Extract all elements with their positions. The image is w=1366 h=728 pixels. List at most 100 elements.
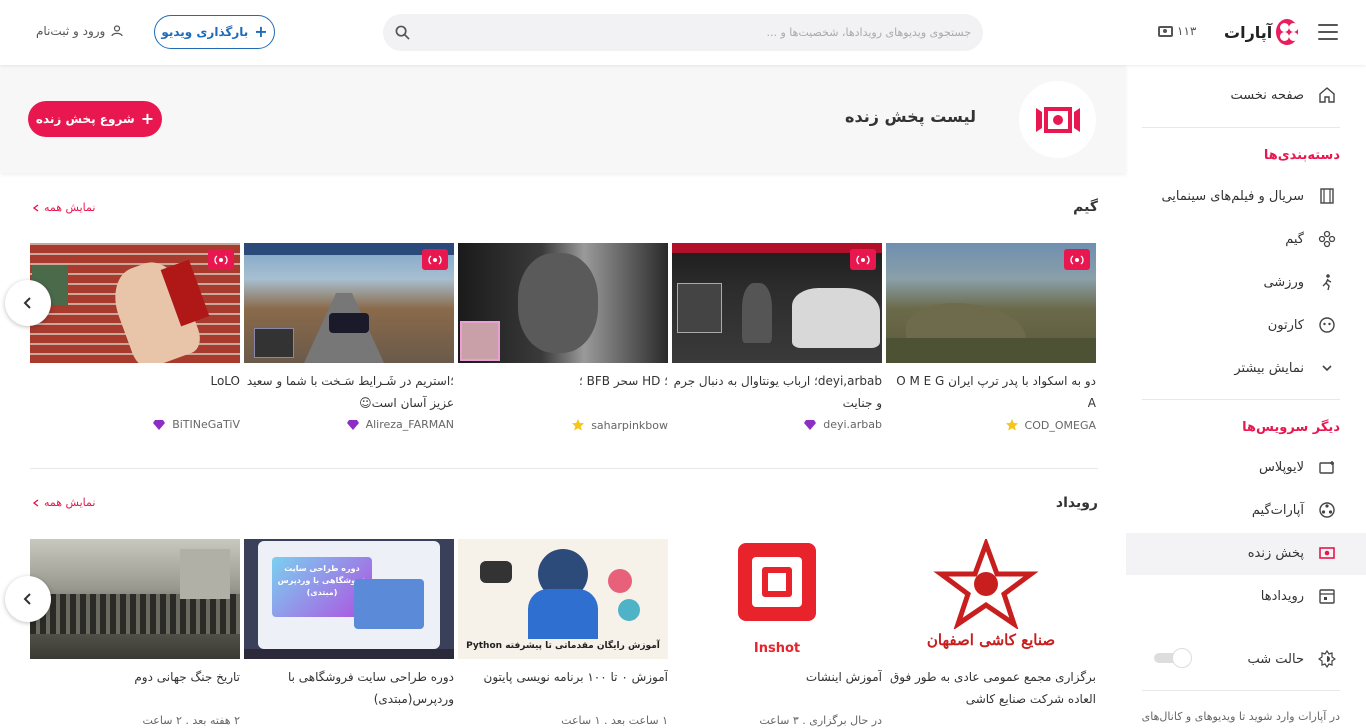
carousel-next-button[interactable] [5,576,51,622]
event-card[interactable]: Inshot آموزش اینشات در حال برگزاری . ۳ س… [672,539,882,727]
live-card[interactable]: LoLO BiTINeGaTiV [30,243,240,431]
upload-label: بارگذاری ویدیو [161,25,249,39]
channel-name[interactable]: deyi.arbab [823,418,882,431]
kashi-logo-icon [933,539,1039,629]
chevron-left-icon [32,498,39,507]
event-title[interactable]: آموزش اینشات [672,666,882,710]
night-mode-label: حالت شب [1247,651,1304,667]
cartoon-face-icon [1318,316,1336,334]
video-title[interactable]: ؛استریم در شَـرایط سَـخت با شما و سعید ع… [244,370,454,414]
channel-row[interactable]: deyi.arbab [672,418,882,431]
video-thumbnail[interactable] [886,243,1096,363]
live-badge-icon [208,249,234,270]
channel-row[interactable]: BiTINeGaTiV [30,418,240,431]
sidebar-item-live[interactable]: پخش زنده [1248,542,1336,564]
sidebar-item-home[interactable]: صفحه نخست [1231,84,1336,106]
sidebar: صفحه نخست دسته‌بندی‌ها سریال و فیلم‌های … [1126,65,1366,728]
sidebar-item-aparatgame[interactable]: آپارات‌گیم [1252,499,1336,521]
event-title[interactable]: دوره طراحی سایت فروشگاهی با وردپرس(مبتدی… [244,666,454,710]
divider [1142,690,1340,691]
show-all-game-link[interactable]: نمایش همه [32,201,95,214]
sidebar-item-label: سریال و فیلم‌های سینمایی [1161,188,1304,204]
event-card[interactable]: تاریخ جنگ جهانی دوم ۲ هفته بعد . ۲ ساعت [30,539,240,727]
divider [1142,399,1340,400]
carousel-next-button[interactable] [5,280,51,326]
live-badge-icon [1064,249,1090,270]
channel-name[interactable]: Alireza_FARMAN [366,418,454,431]
channel-name[interactable]: saharpinkbow [591,419,668,432]
video-thumbnail[interactable] [672,243,882,363]
channel-row[interactable]: Alireza_FARMAN [244,418,454,431]
video-thumbnail[interactable] [30,243,240,363]
live-card[interactable]: deyi,arbab؛ ارباب یونتاوال به دنبال جرم … [672,243,882,431]
event-card[interactable]: صنایع کاشی اصفهان برگزاری مجمع عمومی عاد… [886,539,1096,714]
liveplus-icon [1318,458,1336,476]
logo-text: آپارات [1224,22,1273,42]
hamburger-menu-icon[interactable] [1318,24,1338,40]
live-tv-icon [1158,25,1173,37]
aparat-logo[interactable]: آپارات [1224,17,1299,47]
video-thumbnail[interactable] [244,243,454,363]
event-title[interactable]: آموزش ۰ تا ۱۰۰ برنامه نویسی پایتون [458,666,668,710]
event-card[interactable]: دوره طراحی سایت فروشگاهی با وردپرس (مبتد… [244,539,454,714]
sidebar-item-sport[interactable]: ورزشی [1263,271,1336,293]
sidebar-item-label: نمایش بیشتر [1234,360,1304,376]
channel-name[interactable]: BiTINeGaTiV [172,418,240,431]
start-live-label: شروع پخش زنده [35,112,135,126]
event-meta: ۲ هفته بعد . ۲ ساعت [142,714,241,727]
divider [1142,127,1340,128]
event-title[interactable]: برگزاری مجمع عمومی عادی به طور فوق العاد… [886,666,1096,710]
channel-name[interactable]: COD_OMEGA [1025,419,1096,432]
live-card[interactable]: ؛ HD سحر BFB ؛ saharpinkbow [458,243,668,432]
search-icon[interactable] [395,25,410,40]
sidebar-item-liveplus[interactable]: لایوپلاس [1259,456,1336,478]
show-all-event-link[interactable]: نمایش همه [32,496,95,509]
event-thumbnail[interactable]: آموزش رایگان مقدماتی تا پیشرفته Python [458,539,668,659]
event-title[interactable]: تاریخ جنگ جهانی دوم [30,666,240,710]
film-icon [1318,187,1336,205]
live-list-header: لیست پخش زنده + شروع پخش زنده [0,65,1126,173]
upload-video-button[interactable]: + بارگذاری ویدیو [154,15,275,49]
channel-row[interactable]: saharpinkbow [458,418,668,432]
section-title-game: گیم [1073,199,1098,215]
sidebar-item-label: ورزشی [1263,274,1304,290]
event-card[interactable]: آموزش رایگان مقدماتی تا پیشرفته Python آ… [458,539,668,727]
sidebar-item-game[interactable]: گیم [1285,228,1336,250]
live-card[interactable]: ؛استریم در شَـرایط سَـخت با شما و سعید ع… [244,243,454,431]
video-title[interactable]: deyi,arbab؛ ارباب یونتاوال به دنبال جرم … [672,370,882,414]
calendar-icon [1318,587,1336,605]
video-title[interactable]: ؛ HD سحر BFB ؛ [458,370,668,414]
gem-icon [153,419,166,430]
event-thumbnail[interactable]: صنایع کاشی اصفهان [886,539,1096,659]
sidebar-item-more[interactable]: نمایش بیشتر [1234,357,1336,379]
live-icon [1318,544,1336,562]
aparatgame-icon [1318,501,1336,519]
live-card[interactable]: دو به اسکواد با پدر ترپ ایران O M E G A … [886,243,1096,432]
video-thumbnail[interactable] [458,243,668,363]
gem-icon [804,419,817,430]
sidebar-item-label: آپارات‌گیم [1251,502,1304,518]
event-thumbnail[interactable] [30,539,240,659]
start-live-button[interactable]: + شروع پخش زنده [28,101,162,137]
event-thumbnail[interactable]: Inshot [672,539,882,659]
chevron-down-icon [1318,359,1336,377]
sidebar-item-cartoon[interactable]: کارتون [1268,314,1336,336]
sidebar-item-label: صفحه نخست [1230,87,1304,103]
running-icon [1318,273,1336,291]
section-title-event: رویداد [1055,495,1098,511]
star-icon [572,419,585,431]
notification-count[interactable]: ۱۱۳ [1158,24,1196,38]
categories-heading: دسته‌بندی‌ها [1263,148,1340,163]
channel-row[interactable]: COD_OMEGA [886,418,1096,432]
search-input[interactable] [433,14,973,51]
video-title[interactable]: دو به اسکواد با پدر ترپ ایران O M E G A [886,370,1096,414]
video-title[interactable]: LoLO [30,370,240,414]
event-thumbnail[interactable]: دوره طراحی سایت فروشگاهی با وردپرس (مبتد… [244,539,454,659]
plus-icon: + [140,109,155,128]
sidebar-item-series[interactable]: سریال و فیلم‌های سینمایی [1161,185,1336,207]
login-button[interactable]: ورود و ثبت‌نام [36,24,123,38]
night-mode-toggle[interactable] [1152,648,1194,668]
chevron-left-icon [23,593,31,605]
sidebar-item-events[interactable]: رویدادها [1261,585,1336,607]
sidebar-item-label: لایوپلاس [1259,459,1304,475]
